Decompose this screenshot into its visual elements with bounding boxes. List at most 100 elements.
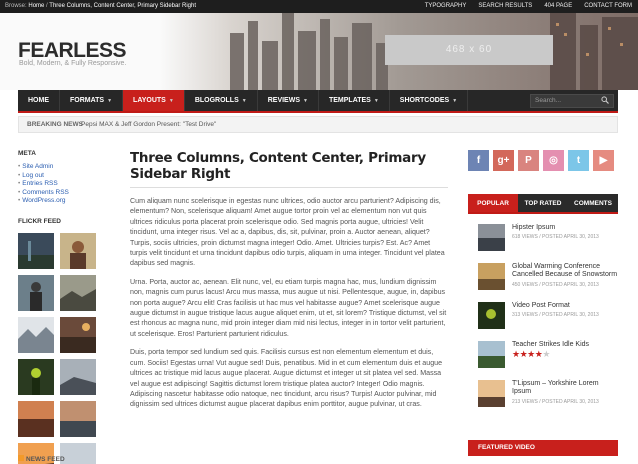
- post-info: T'Lipsum – Yorkshire Lorem Ipsum 213 VIE…: [512, 380, 618, 419]
- breaking-news-link[interactable]: Pepsi MAX & Jeff Gordon Present: "Test D…: [81, 117, 216, 132]
- flickr-photo[interactable]: [60, 358, 96, 395]
- chevron-down-icon: ▼: [373, 98, 379, 104]
- flickr-photo[interactable]: [18, 400, 54, 437]
- flickr-photo[interactable]: [60, 442, 96, 464]
- post-title[interactable]: Video Post Format: [512, 302, 599, 310]
- breadcrumb: Browse: Home / Three Columns, Content Ce…: [5, 0, 196, 13]
- nav-item-label: BLOGROLLS: [194, 97, 239, 104]
- meta-link-wordpress[interactable]: WordPress.org: [22, 197, 108, 206]
- top-link-typography[interactable]: TYPOGRAPHY: [425, 0, 467, 13]
- flickr-photo[interactable]: [60, 400, 96, 437]
- youtube-icon[interactable]: ▶: [593, 150, 614, 171]
- breadcrumb-home[interactable]: Home: [28, 3, 44, 9]
- nav-item-label: REVIEWS: [267, 97, 301, 104]
- post-info: Hipster Ipsum 618 VIEWS / POSTED APRIL 3…: [512, 224, 599, 263]
- main-navigation: HOME FORMATS ▼ LAYOUTS ▼ BLOGROLLS ▼ REVIEW…: [18, 90, 618, 113]
- news-feed-widget-title: NEWS FEED: [18, 455, 65, 463]
- nav-item-label: SHORTCODES: [399, 97, 450, 104]
- star-empty-icon: ★: [542, 349, 550, 360]
- flickr-photo[interactable]: [18, 274, 54, 311]
- nav-menu: HOME FORMATS ▼ LAYOUTS ▼ BLOGROLLS ▼ REVIEW…: [18, 90, 618, 111]
- flickr-photo[interactable]: [60, 316, 96, 353]
- rss-label: NEWS FEED: [26, 456, 65, 463]
- list-item[interactable]: T'Lipsum – Yorkshire Lorem Ipsum 213 VIE…: [478, 380, 618, 419]
- meta-links: Site Admin Log out Entries RSS Comments …: [18, 163, 108, 206]
- flickr-photo[interactable]: [18, 232, 54, 269]
- post-info: Global Warming Conference Cancelled Beca…: [512, 263, 618, 302]
- list-item[interactable]: Video Post Format 313 VIEWS / POSTED APR…: [478, 302, 618, 341]
- site-tagline: Bold, Modern, & Fully Responsive.: [19, 60, 127, 67]
- content-paragraph: Cum aliquam nunc scelerisque in egestas …: [130, 197, 445, 268]
- rss-icon: [18, 455, 24, 461]
- nav-item-formats[interactable]: FORMATS ▼: [60, 90, 124, 111]
- post-thumbnail[interactable]: [478, 263, 505, 290]
- facebook-glyph: f: [476, 155, 481, 166]
- facebook-icon[interactable]: f: [468, 150, 489, 171]
- post-title[interactable]: Hipster Ipsum: [512, 224, 599, 232]
- post-stats: 313 VIEWS / POSTED APRIL 30, 2013: [512, 312, 599, 319]
- top-link-contact[interactable]: CONTACT FORM: [584, 0, 632, 13]
- featured-video-title: FEATURED VIDEO: [468, 440, 618, 456]
- post-title[interactable]: T'Lipsum – Yorkshire Lorem Ipsum: [512, 380, 618, 397]
- breaking-news-label: BREAKING NEWS: [27, 121, 83, 128]
- pinterest-icon[interactable]: P: [518, 150, 539, 171]
- meta-link-log-out[interactable]: Log out: [22, 172, 108, 181]
- post-stats: 618 VIEWS / POSTED APRIL 30, 2013: [512, 234, 599, 241]
- post-stats: 450 VIEWS / POSTED APRIL 30, 2013: [512, 281, 599, 288]
- nav-item-layouts[interactable]: LAYOUTS ▼: [123, 90, 185, 111]
- nav-item-reviews[interactable]: REVIEWS ▼: [258, 90, 319, 111]
- flickr-photo[interactable]: [60, 274, 96, 311]
- post-stats: 213 VIEWS / POSTED APRIL 30, 2013: [512, 398, 599, 405]
- flickr-grid: [18, 232, 108, 464]
- post-thumbnail[interactable]: [478, 380, 505, 407]
- nav-item-label: LAYOUTS: [133, 97, 166, 104]
- post-title[interactable]: Global Warming Conference Cancelled Beca…: [512, 263, 618, 280]
- meta-widget-title: META: [18, 150, 36, 157]
- tab-comments[interactable]: COMMENTS: [568, 194, 618, 212]
- flickr-photo[interactable]: [18, 316, 54, 353]
- list-item[interactable]: Teacher Strikes Idle Kids ★★★★★: [478, 341, 618, 380]
- nav-item-label: FORMATS: [70, 97, 105, 104]
- chevron-down-icon: ▼: [452, 98, 458, 104]
- youtube-glyph: ▶: [599, 155, 608, 166]
- content-paragraph: Duis, porta tempor sed lundium sed quis.…: [130, 348, 443, 409]
- nav-item-shortcodes[interactable]: SHORTCODES ▼: [390, 90, 469, 111]
- posts-tabs: POPULAR TOP RATED COMMENTS: [468, 194, 618, 214]
- social-icons: f g+ P ◎ t ▶: [468, 150, 618, 171]
- list-item[interactable]: Hipster Ipsum 618 VIEWS / POSTED APRIL 3…: [478, 224, 618, 263]
- dribbble-icon[interactable]: ◎: [543, 150, 564, 171]
- dribbble-glyph: ◎: [549, 155, 558, 166]
- google-plus-icon[interactable]: g+: [493, 150, 514, 171]
- page-title: Three Columns, Content Center, Primary S…: [130, 150, 426, 182]
- twitter-glyph: t: [576, 155, 581, 166]
- post-info: Teacher Strikes Idle Kids ★★★★★: [512, 341, 589, 380]
- google-plus-glyph: g+: [497, 155, 510, 166]
- meta-link-comments-rss[interactable]: Comments RSS: [22, 189, 108, 198]
- search-icon[interactable]: [601, 96, 609, 109]
- post-thumbnail[interactable]: [478, 302, 505, 329]
- ad-banner-placeholder: 468 x 60: [385, 35, 553, 65]
- tab-top-rated[interactable]: TOP RATED: [518, 194, 568, 212]
- tab-popular[interactable]: POPULAR: [468, 194, 518, 212]
- nav-item-home[interactable]: HOME: [18, 90, 60, 111]
- search-placeholder: Search...: [535, 97, 562, 104]
- top-link-404[interactable]: 404 PAGE: [544, 0, 572, 13]
- post-thumbnail[interactable]: [478, 224, 505, 251]
- top-link-search-results[interactable]: SEARCH RESULTS: [478, 0, 532, 13]
- post-info: Video Post Format 313 VIEWS / POSTED APR…: [512, 302, 599, 341]
- flickr-photo[interactable]: [60, 232, 96, 269]
- meta-link-entries-rss[interactable]: Entries RSS: [22, 180, 108, 189]
- flickr-photo[interactable]: [18, 358, 54, 395]
- top-bar: Browse: Home / Three Columns, Content Ce…: [0, 0, 638, 13]
- breadcrumb-label: Browse:: [5, 3, 27, 9]
- post-title[interactable]: Teacher Strikes Idle Kids: [512, 341, 589, 349]
- meta-link-site-admin[interactable]: Site Admin: [22, 163, 108, 172]
- list-item[interactable]: Global Warming Conference Cancelled Beca…: [478, 263, 618, 302]
- search-input[interactable]: Search...: [530, 94, 614, 108]
- nav-item-blogrolls[interactable]: BLOGROLLS ▼: [185, 90, 258, 111]
- twitter-icon[interactable]: t: [568, 150, 589, 171]
- right-sidebar: f g+ P ◎ t ▶ POPULAR TOP RATED COMMENTS …: [468, 150, 618, 456]
- nav-item-templates[interactable]: TEMPLATES ▼: [319, 90, 390, 111]
- post-thumbnail[interactable]: [478, 341, 505, 368]
- page: Browse: Home / Three Columns, Content Ce…: [0, 0, 638, 464]
